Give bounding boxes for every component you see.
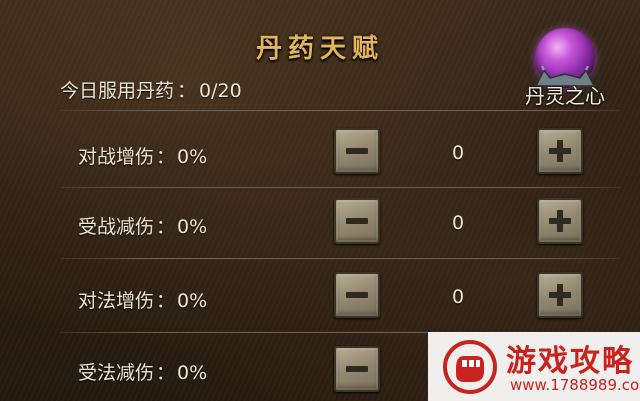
daily-pill-counter: 今日服用丹药： 0/20 <box>60 76 242 103</box>
plus-button-2[interactable] <box>537 272 583 318</box>
daily-label: 今日服用丹药 <box>60 80 175 102</box>
minus-button-3[interactable] <box>334 346 380 392</box>
stat-percent: 0% <box>177 146 208 168</box>
watermark-url: www.1788989.com <box>510 376 640 394</box>
daily-value: 0/20 <box>199 80 242 102</box>
row-label: 对法增伤： 0% <box>78 286 207 313</box>
divider <box>60 187 620 188</box>
minus-icon <box>346 366 368 372</box>
orb-label[interactable]: 丹灵之心 <box>510 80 620 109</box>
count-value: 0 <box>451 286 465 308</box>
divider <box>60 258 620 259</box>
minus-icon <box>346 148 368 154</box>
minus-icon <box>346 218 368 224</box>
stat-percent: 0% <box>177 362 208 384</box>
fist-logo-icon <box>443 340 497 394</box>
stat-separator: ： <box>156 290 176 312</box>
plus-icon <box>549 140 571 162</box>
count-value: 0 <box>451 212 465 234</box>
stat-percent: 0% <box>177 216 208 238</box>
stat-percent: 0% <box>177 290 208 312</box>
stat-separator: ： <box>156 362 176 384</box>
minus-button-2[interactable] <box>334 272 380 318</box>
row-label: 对战增伤： 0% <box>78 142 207 169</box>
stat-separator: ： <box>156 216 176 238</box>
stat-name: 受法减伤 <box>78 362 155 384</box>
minus-icon <box>346 292 368 298</box>
stat-name: 受战减伤 <box>78 216 155 238</box>
minus-button-0[interactable] <box>334 128 380 174</box>
daily-separator: ： <box>177 80 197 102</box>
minus-button-1[interactable] <box>334 198 380 244</box>
row-label: 受法减伤： 0% <box>78 358 207 385</box>
count-value: 0 <box>451 142 465 164</box>
plus-icon <box>549 210 571 232</box>
watermark-overlay: 游戏攻略 www.1788989.com <box>428 332 640 401</box>
divider <box>60 110 620 111</box>
stat-name: 对战增伤 <box>78 146 155 168</box>
plus-button-0[interactable] <box>537 128 583 174</box>
stat-separator: ： <box>156 146 176 168</box>
talent-panel: 丹药天赋 今日服用丹药： 0/20 丹灵之心 对战增伤： 0% 0 受战减伤： 0% … <box>0 0 640 401</box>
plus-button-1[interactable] <box>537 198 583 244</box>
watermark-title: 游戏攻略 <box>506 344 634 379</box>
plus-icon <box>549 284 571 306</box>
row-label: 受战减伤： 0% <box>78 212 207 239</box>
stat-name: 对法增伤 <box>78 290 155 312</box>
